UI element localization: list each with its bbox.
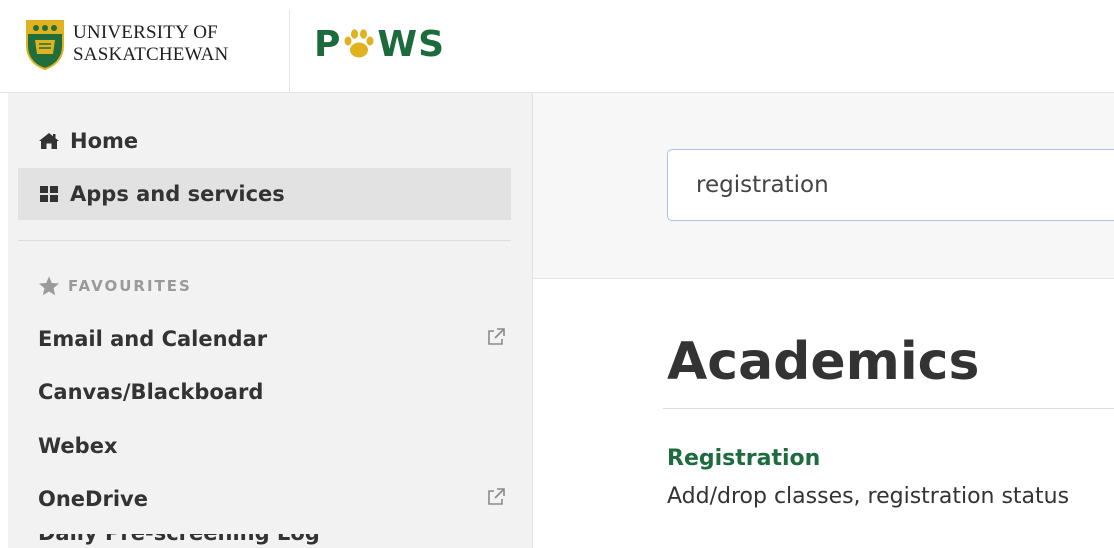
favourite-canvas-blackboard[interactable]: Canvas/Blackboard	[38, 377, 508, 407]
paws-logo[interactable]: P WS	[314, 22, 445, 66]
top-header: UNIVERSITY OF SASKATCHEWAN P WS	[0, 0, 1114, 93]
sidebar: Home Apps and services FAVOURITES Email …	[8, 93, 533, 548]
university-name-line2: SASKATCHEWAN	[73, 44, 229, 65]
search-input[interactable]	[667, 149, 1114, 221]
favourite-label: Canvas/Blackboard	[38, 380, 264, 404]
grid-icon	[40, 186, 58, 202]
favourites-heading-label: FAVOURITES	[68, 277, 192, 295]
sidebar-item-apps-and-services[interactable]: Apps and services	[18, 168, 511, 220]
favourite-label: OneDrive	[38, 487, 148, 511]
section-divider	[663, 408, 1114, 409]
sidebar-divider	[18, 240, 511, 241]
star-icon	[39, 276, 59, 296]
uofs-crest-icon	[26, 20, 64, 70]
paws-logo-letter-p: P	[314, 23, 342, 65]
favourite-onedrive[interactable]: OneDrive	[38, 484, 508, 514]
favourite-webex[interactable]: Webex	[38, 431, 508, 461]
paw-print-icon	[344, 29, 374, 58]
search-area	[533, 93, 1114, 279]
university-logo[interactable]: UNIVERSITY OF SASKATCHEWAN	[26, 20, 276, 76]
home-icon	[39, 133, 59, 149]
result-description: Add/drop classes, registration status	[667, 484, 1070, 509]
sidebar-item-label: Home	[70, 129, 139, 153]
external-link-icon	[488, 488, 505, 505]
external-link-icon	[488, 328, 505, 345]
favourite-daily-pre-screening-log[interactable]: Daily Pre-screening Log	[38, 534, 508, 548]
header-divider	[289, 10, 290, 92]
section-title-academics: Academics	[667, 332, 980, 392]
university-name-line1: UNIVERSITY OF	[73, 22, 218, 43]
result-link-registration[interactable]: Registration	[667, 446, 820, 471]
university-name: UNIVERSITY OF SASKATCHEWAN	[73, 22, 228, 66]
favourites-heading: FAVOURITES	[38, 274, 192, 298]
favourite-email-and-calendar[interactable]: Email and Calendar	[38, 324, 508, 354]
favourite-label: Webex	[38, 434, 118, 458]
paws-logo-letters-ws: WS	[377, 23, 446, 65]
sidebar-item-label: Apps and services	[70, 182, 285, 206]
favourite-label: Email and Calendar	[38, 327, 268, 351]
sidebar-item-home[interactable]: Home	[18, 115, 511, 167]
favourite-label: Daily Pre-screening Log	[38, 534, 320, 548]
